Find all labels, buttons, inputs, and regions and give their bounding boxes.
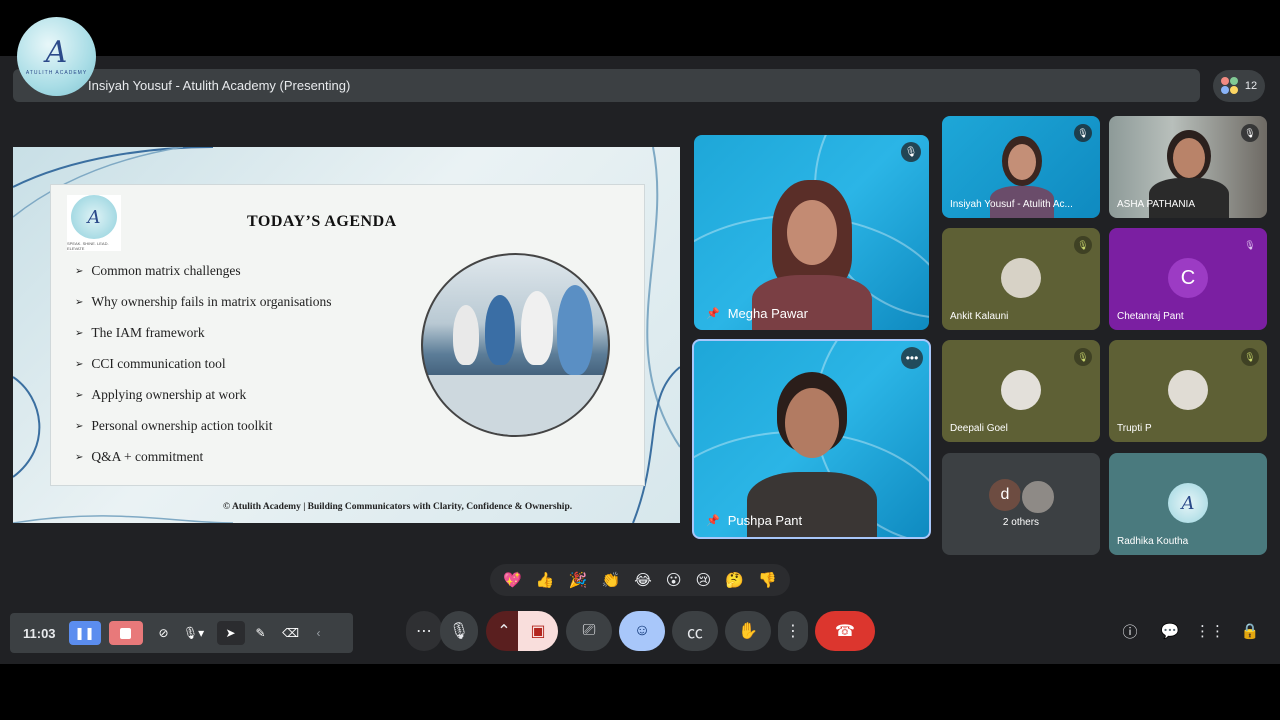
tile-ankit[interactable]: 🎙 Ankit Kalauni <box>942 228 1100 330</box>
video-tile-pushpa[interactable]: ••• 📌 Pushpa Pant <box>692 339 931 539</box>
host-controls-icon[interactable]: 🔒 <box>1239 620 1261 642</box>
reaction-thumbs-up[interactable]: 👍 <box>536 571 555 589</box>
avatar <box>1001 258 1041 298</box>
mic-off-icon: 🎙 <box>1074 236 1092 254</box>
tile-trupti[interactable]: 🎙 Trupti P <box>1109 340 1267 442</box>
avatar <box>1020 479 1056 515</box>
chat-icon[interactable]: 💬 <box>1159 620 1181 642</box>
slide-footer: © Atulith Academy | Building Communicato… <box>223 502 573 512</box>
agenda-item: ➢ Common matrix challenges <box>75 263 241 278</box>
tile-radhika[interactable]: A Radhika Koutha <box>1109 453 1267 555</box>
agenda-list: ➢ Common matrix challenges ➢ Why ownership… <box>75 263 331 480</box>
participants-button[interactable]: 12 <box>1213 70 1265 102</box>
mic-icon[interactable]: 🎙 <box>440 611 478 651</box>
participant-count: 12 <box>1244 80 1258 92</box>
camera-off-icon[interactable]: ▣ <box>518 611 558 651</box>
pointer-icon[interactable]: ➤ <box>216 621 245 645</box>
reaction-surprised[interactable]: 😮 <box>666 571 682 589</box>
tile-insiyah[interactable]: 🎙 Insiyah Yousuf - Atulith Ac... <box>942 116 1100 218</box>
pen-icon[interactable]: ✎ <box>247 621 275 645</box>
avatar <box>1001 370 1041 410</box>
slide-card: A SPEAK. SHINE. LEAD. ELEVATE TODAY’S AG… <box>50 184 645 486</box>
slide-heading: TODAY’S AGENDA <box>247 213 397 230</box>
agenda-item: ➢ Personal ownership action toolkit <box>75 418 273 433</box>
info-icon[interactable]: ⓘ <box>1119 620 1141 642</box>
stop-icon[interactable] <box>108 621 143 645</box>
tile-name: 📌 Pushpa Pant <box>706 513 803 528</box>
avatar: C <box>1168 258 1208 298</box>
team-photo <box>421 253 610 437</box>
raise-hand-icon[interactable]: ✋ <box>725 611 771 651</box>
present-icon[interactable]: ⎚ <box>566 611 612 651</box>
reaction-laugh[interactable]: 😂 <box>634 571 652 589</box>
tile-chetanraj[interactable]: C 🎙 Chetanraj Pant <box>1109 228 1267 330</box>
pin-icon: 📌 <box>706 515 720 527</box>
more-vert-icon[interactable]: ⋮ <box>778 611 808 651</box>
video-tile-megha[interactable]: 🎙 📌 Megha Pawar <box>694 135 929 330</box>
mic-off-icon: 🎙 <box>1241 348 1259 366</box>
agenda-item: ➢ Q&A + commitment <box>75 449 204 464</box>
agenda-item: ➢ Applying ownership at work <box>75 387 247 402</box>
more-actions-icon[interactable]: ⋯ <box>406 611 442 651</box>
mic-icon[interactable]: 🎙▾ <box>179 621 209 645</box>
camera-slash-icon[interactable]: ⊘ <box>151 621 177 645</box>
presenter-bar: Insiyah Yousuf - Atulith Academy (Presen… <box>13 69 1200 102</box>
tile-others[interactable]: d 2 others <box>942 453 1100 555</box>
recording-toolbar: 11:03 ❚❚ ⊘ 🎙▾ ➤ ✎ ⌫ ‹ <box>10 613 353 653</box>
reaction-bar: 💖 👍 🎉 👏 😂 😮 😢 🤔 👎 <box>490 564 790 596</box>
avatar <box>1168 370 1208 410</box>
emoji-icon[interactable]: ☺ <box>619 611 665 651</box>
mic-off-icon: 🎙 <box>1074 348 1092 366</box>
reaction-thinking[interactable]: 🤔 <box>725 571 744 589</box>
mic-off-icon: 🎙 <box>1074 124 1092 142</box>
reaction-sad[interactable]: 😢 <box>696 571 712 589</box>
mic-off-icon: 🎙 <box>901 142 921 162</box>
slide-logo: A SPEAK. SHINE. LEAD. ELEVATE <box>67 195 121 251</box>
reaction-party[interactable]: 🎉 <box>569 571 588 589</box>
mic-off-icon: 🎙 <box>1244 239 1256 250</box>
captions-icon[interactable]: ㏄ <box>672 611 718 651</box>
reaction-heart[interactable]: 💖 <box>503 571 522 589</box>
people-icon <box>1220 77 1239 95</box>
end-call-icon[interactable]: ☎ <box>815 611 875 651</box>
pause-icon[interactable]: ❚❚ <box>68 621 101 645</box>
chevron-up-icon[interactable]: ⌃ <box>486 611 522 651</box>
timer: 11:03 <box>23 625 56 641</box>
presenter-title: Insiyah Yousuf - Atulith Academy (Presen… <box>88 78 351 93</box>
agenda-item: ➢ Why ownership fails in matrix organisat… <box>75 294 332 309</box>
apps-icon[interactable]: ⋮⋮ <box>1195 620 1225 642</box>
agenda-item: ➢ The IAM framework <box>75 325 205 340</box>
tile-name: 📌 Megha Pawar <box>706 306 808 321</box>
tile-deepali[interactable]: 🎙 Deepali Goel <box>942 340 1100 442</box>
agenda-item: ➢ CCI communication tool <box>75 356 226 371</box>
reaction-clap[interactable]: 👏 <box>601 571 620 589</box>
mic-off-icon: 🎙 <box>1241 124 1259 142</box>
shared-slide: A SPEAK. SHINE. LEAD. ELEVATE TODAY’S AG… <box>13 147 680 523</box>
more-options-icon[interactable]: ••• <box>901 347 923 369</box>
academy-logo: A ATULITH ACADEMY <box>17 17 96 96</box>
avatar: d <box>989 479 1021 511</box>
reaction-thumbs-down[interactable]: 👎 <box>758 571 777 589</box>
eraser-icon[interactable]: ⌫ <box>277 621 305 645</box>
collapse-icon[interactable]: ‹ <box>307 621 331 645</box>
avatar: A <box>1168 483 1208 523</box>
pin-icon: 📌 <box>706 308 720 320</box>
tile-asha[interactable]: 🎙 ASHA PATHANIA <box>1109 116 1267 218</box>
